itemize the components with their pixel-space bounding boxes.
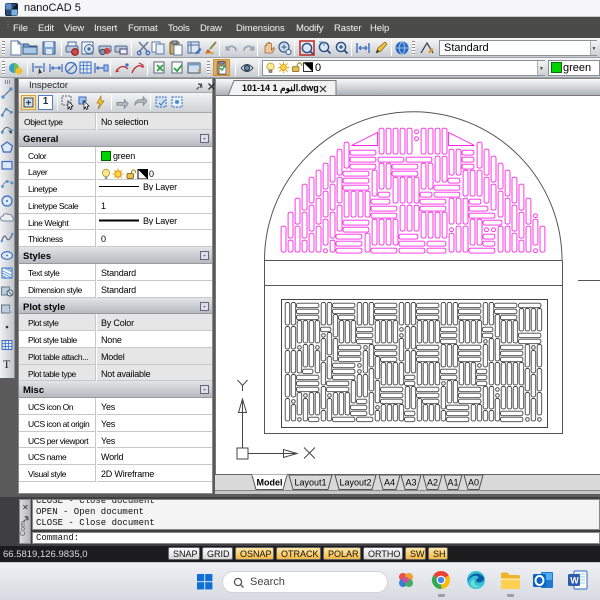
svg-text:Model: Model	[257, 478, 283, 488]
svg-text:Layout1: Layout1	[294, 478, 326, 488]
svg-text:A0: A0	[468, 478, 479, 488]
svg-text:A1: A1	[447, 478, 458, 488]
svg-text:By Layer: By Layer	[143, 216, 177, 225]
svg-text:Layout2: Layout2	[339, 478, 371, 488]
svg-text:A3: A3	[405, 478, 416, 488]
svg-text:By Layer: By Layer	[143, 182, 177, 191]
svg-text:T: T	[3, 357, 11, 370]
svg-text:W: W	[570, 576, 579, 586]
svg-text:A2: A2	[427, 478, 438, 488]
svg-text:A4: A4	[384, 478, 395, 488]
